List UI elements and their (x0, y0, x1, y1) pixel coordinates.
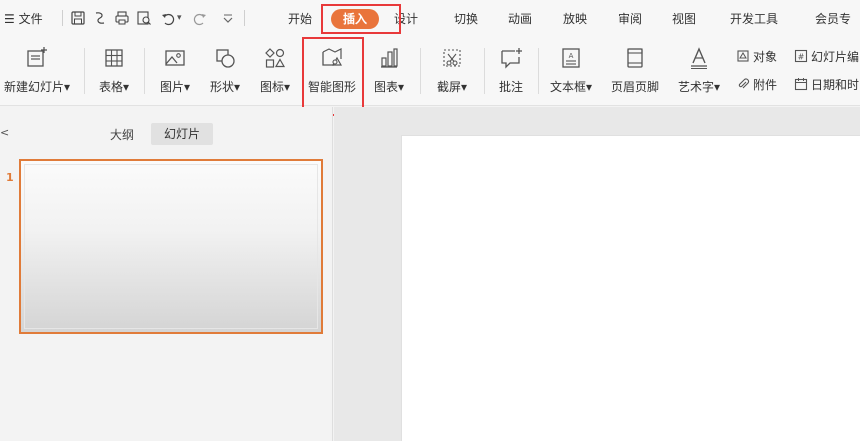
customize-toolbar-icon[interactable] (220, 10, 236, 26)
screenshot-icon (440, 46, 464, 70)
header-footer-label: 页眉页脚 (610, 80, 659, 94)
dropdown-arrow: ▾ (63, 80, 71, 94)
file-menu[interactable]: ☰ 文件 (4, 11, 43, 27)
wordart-button[interactable]: 艺术字▾ (670, 42, 728, 100)
slide-navigation-pane: < 大纲 幻灯片 1 (0, 107, 333, 441)
picture-icon (163, 46, 187, 70)
slide-number-icon: # (794, 49, 808, 63)
tab-member[interactable]: 会员专 (815, 11, 851, 27)
comment-label: 批注 (498, 80, 523, 94)
object-icon (737, 50, 749, 62)
attachment-label: 附件 (753, 78, 778, 92)
table-icon (102, 46, 126, 70)
tab-slideshow[interactable]: 放映 (563, 11, 587, 27)
slide-editor[interactable] (401, 135, 860, 441)
print-icon[interactable] (114, 10, 130, 26)
divider (84, 48, 85, 94)
print-preview-icon[interactable] (136, 10, 152, 26)
slide-thumbnail[interactable] (19, 159, 323, 334)
calendar-icon (794, 78, 808, 91)
editing-canvas (334, 107, 860, 441)
divider (484, 48, 485, 94)
wordart-label: 艺术字 (677, 80, 714, 94)
collapse-pane-icon[interactable]: < (0, 126, 9, 139)
dropdown-arrow: ▾ (183, 80, 191, 94)
slide-number: 1 (6, 171, 14, 184)
menu-bar: ☰ 文件 ▾ 开始 插入 设计 切换 动画 放映 审阅 视图 开发工具 会员专 (0, 0, 860, 36)
divider (144, 48, 145, 94)
screenshot-label: 截屏 (436, 80, 461, 94)
new-slide-icon (25, 46, 49, 70)
svg-text:#: # (798, 53, 805, 62)
chart-button[interactable]: 图表▾ (366, 42, 412, 100)
object-label: 对象 (753, 50, 778, 64)
divider (420, 48, 421, 94)
tab-transition[interactable]: 切换 (454, 11, 478, 27)
object-button[interactable]: 对象 (736, 48, 777, 66)
new-slide-label: 新建幻灯片 (3, 80, 64, 94)
attachment-icon (738, 78, 750, 89)
smart-art-label: 智能图形 (307, 80, 356, 94)
divider (244, 10, 245, 26)
dropdown-arrow: ▾ (585, 80, 593, 94)
header-footer-icon (623, 46, 647, 70)
picture-button[interactable]: 图片▾ (152, 42, 198, 100)
chart-icon (377, 46, 401, 70)
divider (538, 48, 539, 94)
icon-button[interactable]: 图标▾ (252, 42, 298, 100)
tab-review[interactable]: 审阅 (618, 11, 642, 27)
table-button[interactable]: 表格▾ (92, 42, 136, 100)
smart-art-button[interactable]: 智能图形 (302, 42, 362, 100)
dropdown-arrow: ▾ (122, 80, 130, 94)
tab-design[interactable]: 设计 (394, 11, 418, 27)
svg-text:A: A (569, 52, 574, 60)
smart-art-icon (320, 46, 344, 70)
tab-insert[interactable]: 插入 (331, 9, 379, 29)
datetime-label: 日期和时 (811, 78, 860, 92)
undo-dropdown[interactable]: ▾ (177, 10, 182, 26)
undo-icon[interactable] (160, 10, 176, 26)
tab-view[interactable]: 视图 (672, 11, 696, 27)
dropdown-arrow: ▾ (713, 80, 721, 94)
slide-number-button[interactable]: # 幻灯片编 (794, 48, 859, 66)
picture-label: 图片 (159, 80, 184, 94)
dropdown-arrow: ▾ (460, 80, 468, 94)
dropdown-arrow: ▾ (283, 80, 291, 94)
textbox-label: 文本框 (549, 80, 586, 94)
tab-outline[interactable]: 大纲 (110, 126, 134, 143)
new-slide-button[interactable]: 新建幻灯片▾ (0, 42, 74, 100)
header-footer-button[interactable]: 页眉页脚 (604, 42, 666, 100)
icon-label: 图标 (259, 80, 284, 94)
comment-button[interactable]: 批注 (490, 42, 532, 100)
shape-label: 形状 (209, 80, 234, 94)
textbox-button[interactable]: A 文本框▾ (542, 42, 600, 100)
table-label: 表格 (98, 80, 123, 94)
redo-icon[interactable] (192, 10, 208, 26)
shape-icon (213, 46, 237, 70)
tab-start[interactable]: 开始 (288, 11, 312, 27)
save-icon[interactable] (70, 10, 86, 26)
slide-number-label: 幻灯片编 (811, 50, 860, 64)
dropdown-arrow: ▾ (397, 80, 405, 94)
divider (62, 10, 63, 26)
wordart-icon (687, 46, 711, 70)
export-pdf-icon[interactable] (92, 10, 108, 26)
icon-library-icon (263, 46, 287, 70)
attachment-button[interactable]: 附件 (736, 76, 777, 94)
ribbon-toolbar: 新建幻灯片▾ 表格▾ 图片▾ 形状▾ 图标▾ 智能图形 图表▾ 截屏▾ 批注 A… (0, 36, 860, 106)
dropdown-arrow: ▾ (233, 80, 241, 94)
comment-icon (499, 46, 523, 70)
datetime-button[interactable]: 日期和时 (794, 76, 859, 94)
tab-developer[interactable]: 开发工具 (730, 11, 778, 27)
screenshot-button[interactable]: 截屏▾ (428, 42, 476, 100)
textbox-icon: A (559, 46, 583, 70)
shape-button[interactable]: 形状▾ (202, 42, 248, 100)
slide-thumbnail-inner (24, 164, 318, 329)
tab-animation[interactable]: 动画 (508, 11, 532, 27)
chart-label: 图表 (373, 80, 398, 94)
tab-slides[interactable]: 幻灯片 (151, 123, 213, 145)
